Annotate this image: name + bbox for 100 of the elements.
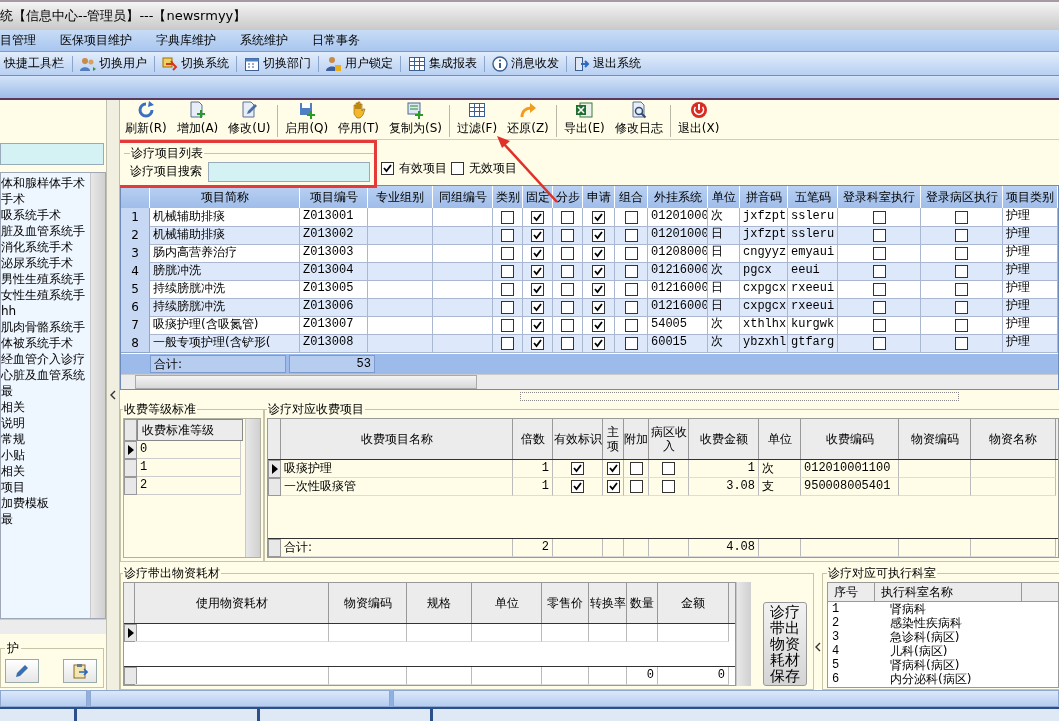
- toolbar-button[interactable]: 还原(Z): [502, 100, 554, 137]
- table-cell: 肾病科: [890, 602, 926, 616]
- table-cell: 肾病科(病区): [890, 658, 960, 672]
- group-title: 诊疗带出物资耗材: [123, 565, 221, 582]
- summary-value: 53: [289, 355, 375, 374]
- table-cell-text: 4: [832, 644, 841, 658]
- menu-item[interactable]: 日常事务: [312, 32, 360, 49]
- table-cell-text: 5: [832, 658, 841, 672]
- table-cell: 次: [708, 334, 740, 354]
- tree-item[interactable]: 体被系统手术: [1, 335, 90, 351]
- table-cell: 一次性吸痰管: [281, 478, 513, 497]
- table-cell-text: 6: [832, 672, 841, 686]
- toolbar-button[interactable]: 增加(A): [171, 100, 224, 137]
- column-header[interactable]: 主项: [603, 419, 624, 460]
- tree-item[interactable]: 体和腺样体手术: [1, 175, 90, 191]
- toolbar-button[interactable]: 退出系统: [571, 53, 644, 74]
- toolbar-button[interactable]: 切换部门: [241, 53, 314, 74]
- column-header[interactable]: 收费标准等级: [137, 419, 243, 442]
- tree-item[interactable]: 说明: [1, 415, 90, 431]
- column-header[interactable]: 单位: [472, 583, 542, 623]
- summary-value: 0: [627, 667, 658, 685]
- tree-item[interactable]: 女性生殖系统手: [1, 287, 90, 303]
- table-cell: 2: [137, 477, 241, 496]
- table-cell: 一般专项护理(含铲形(: [150, 334, 300, 354]
- toolbar-button[interactable]: 停用(T): [333, 100, 384, 137]
- table-cell: 次: [759, 460, 801, 479]
- checkbox-label: 有效项目: [399, 159, 447, 177]
- group-title: 诊疗项目列表: [130, 144, 204, 162]
- toolbar-button[interactable]: 切换用户: [77, 53, 150, 74]
- tree-item[interactable]: 经血管介入诊疗: [1, 351, 90, 367]
- save-button[interactable]: 诊疗带出物资耗材保存: [763, 602, 807, 686]
- group-title: 收费等级标准: [123, 401, 197, 419]
- table-cell: Z013008: [300, 334, 368, 354]
- field-label: 诊疗项目搜索: [130, 163, 202, 181]
- toolbar-button[interactable]: 导出(E): [558, 100, 610, 137]
- table-cell: 儿科(病区): [890, 644, 948, 658]
- column-header[interactable]: 零售价: [542, 583, 589, 623]
- toolbar-button[interactable]: 刷新(R): [120, 100, 172, 137]
- summary-value: 0: [658, 667, 729, 685]
- table-cell: 1: [689, 460, 759, 479]
- column-header[interactable]: 收费项目名称: [281, 419, 513, 460]
- table-cell: 感染性疾病科: [890, 616, 962, 630]
- column-header[interactable]: 物资编码: [899, 419, 971, 460]
- column-header[interactable]: 收费金额: [689, 419, 759, 460]
- tree-item[interactable]: 相关: [1, 463, 90, 479]
- column-header[interactable]: 有效标识: [553, 419, 603, 460]
- toolbar-button[interactable]: 退出(X): [672, 100, 725, 137]
- table-cell: 012010001100: [801, 460, 899, 479]
- column-header[interactable]: 执行科室名称: [875, 583, 1022, 601]
- menu-item[interactable]: 目管理: [0, 32, 36, 49]
- tree-item[interactable]: 加费模板: [1, 495, 90, 511]
- toolbar-button[interactable]: 过滤(F): [451, 100, 503, 137]
- toolbar-button[interactable]: 消息收发: [489, 53, 562, 74]
- toolbar-button[interactable]: 修改(U): [223, 100, 276, 137]
- row-number: 8: [121, 334, 150, 354]
- window-title: 统【信息中心--管理员】---【newsrmyy】: [0, 7, 247, 25]
- toolbar-button[interactable]: 修改日志: [609, 100, 668, 137]
- tree-item[interactable]: 最: [1, 511, 90, 527]
- tree-item[interactable]: 男性生殖系统手: [1, 271, 90, 287]
- tree-item[interactable]: 泌尿系统手术: [1, 255, 90, 271]
- tree-item[interactable]: 小贴: [1, 447, 90, 463]
- menu-item[interactable]: 系统维护: [240, 32, 288, 49]
- table-cell: 60015: [648, 334, 708, 354]
- checkbox-label: 无效项目: [469, 159, 517, 177]
- tree-item[interactable]: 项目: [1, 479, 90, 495]
- column-header[interactable]: 数量: [627, 583, 658, 623]
- tree-item[interactable]: 脏及血管系统手: [1, 223, 90, 239]
- column-header[interactable]: 规格: [407, 583, 472, 623]
- column-header[interactable]: 单位: [759, 419, 801, 460]
- tree-item[interactable]: 吸系统手术: [1, 207, 90, 223]
- toolbar-button[interactable]: 启用(Q): [280, 100, 334, 137]
- tree-item[interactable]: 消化系统手术: [1, 239, 90, 255]
- column-header[interactable]: 序号: [828, 583, 875, 601]
- toolbar-button[interactable]: 复制为(S): [383, 100, 447, 137]
- tree-item[interactable]: 常规: [1, 431, 90, 447]
- tree-item[interactable]: 心脏及血管系统: [1, 367, 90, 383]
- column-header[interactable]: 转换率: [589, 583, 627, 623]
- column-header[interactable]: 收费编码: [801, 419, 899, 460]
- column-header[interactable]: 病区收入: [649, 419, 689, 460]
- column-header[interactable]: 物资编码: [329, 583, 407, 623]
- toolbar-button[interactable]: 切换系统: [159, 53, 232, 74]
- column-header[interactable]: 倍数: [513, 419, 553, 460]
- column-header[interactable]: 物资名称: [971, 419, 1056, 460]
- menu-item[interactable]: 字典库维护: [156, 32, 216, 49]
- tree-item[interactable]: 手术: [1, 191, 90, 207]
- column-header[interactable]: 使用物资耗材: [135, 583, 329, 623]
- tree-item[interactable]: 肌肉骨骼系统手: [1, 319, 90, 335]
- tree-item[interactable]: 相关: [1, 399, 90, 415]
- tree-item[interactable]: hh: [1, 303, 90, 319]
- group-title: 诊疗对应收费项目: [267, 402, 365, 419]
- table-cell-text: 2: [832, 616, 841, 630]
- table-cell: 1: [513, 478, 553, 497]
- tree-item[interactable]: 最: [1, 383, 90, 399]
- table-cell: ybzxhl: [740, 334, 788, 354]
- column-header[interactable]: 金额: [658, 583, 729, 623]
- toolbar-button[interactable]: 用户锁定: [323, 53, 396, 74]
- toolbar-button[interactable]: 集成报表: [405, 53, 480, 74]
- menu-item[interactable]: 医保项目维护: [60, 32, 132, 49]
- column-header[interactable]: 附加: [624, 419, 649, 460]
- table-cell: 950008005401: [801, 478, 899, 497]
